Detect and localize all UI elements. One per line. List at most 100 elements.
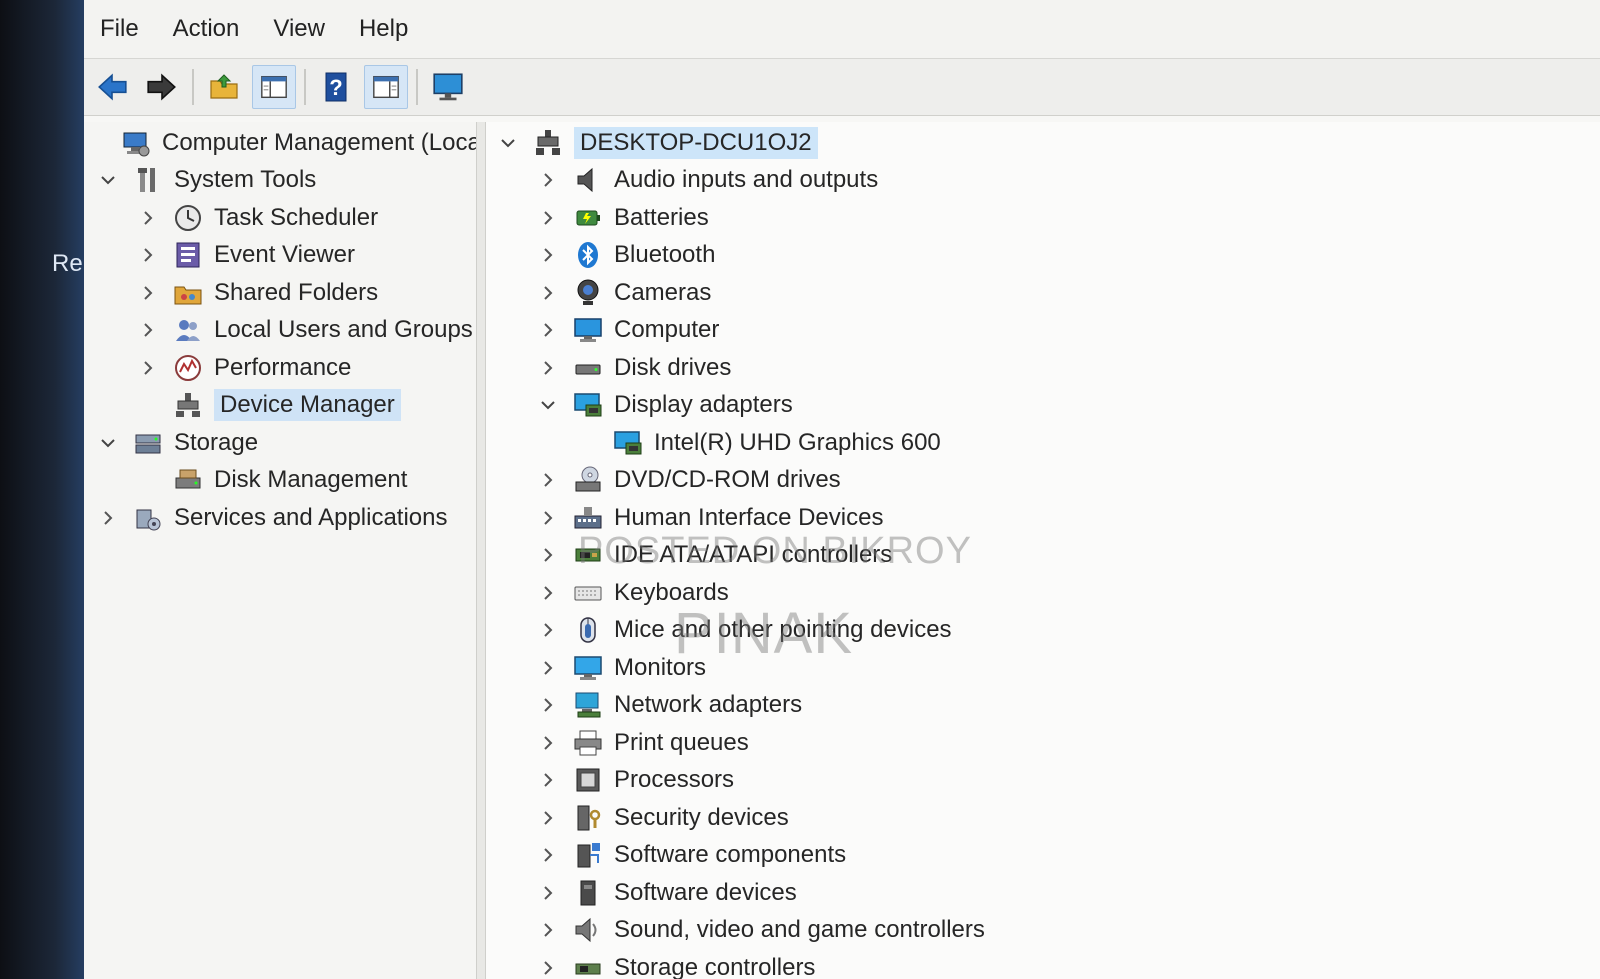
chevron-right-icon[interactable] bbox=[136, 318, 160, 342]
device-category-bluetooth-label: Bluetooth bbox=[614, 241, 716, 269]
chevron-right-icon[interactable] bbox=[536, 356, 560, 380]
chevron-down-icon[interactable] bbox=[96, 431, 120, 455]
chevron-right-icon[interactable] bbox=[536, 693, 560, 717]
pane-splitter[interactable] bbox=[477, 122, 486, 979]
chevron-right-icon[interactable] bbox=[536, 318, 560, 342]
chevron-right-icon[interactable] bbox=[536, 243, 560, 267]
device-category-human-interface-devices-label: Human Interface Devices bbox=[614, 503, 884, 531]
tree-item-task-scheduler[interactable]: Task Scheduler bbox=[84, 199, 476, 237]
device-category-dvd-cd-rom-drives[interactable]: DVD/CD-ROM drives bbox=[486, 462, 1600, 500]
chevron-right-icon[interactable] bbox=[536, 768, 560, 792]
menu-help[interactable]: Help bbox=[359, 15, 408, 43]
device-root-label: DESKTOP-DCU1OJ2 bbox=[574, 126, 818, 159]
chevron-right-icon[interactable] bbox=[536, 956, 560, 979]
chevron-right-icon[interactable] bbox=[536, 206, 560, 230]
show-hide-action-pane-icon bbox=[373, 75, 399, 99]
chevron-right-icon[interactable] bbox=[136, 281, 160, 305]
device-category-keyboards[interactable]: Keyboards bbox=[486, 574, 1600, 612]
processor-icon bbox=[576, 768, 600, 792]
chevron-right-icon[interactable] bbox=[536, 581, 560, 605]
device-category-disk-drives[interactable]: Disk drives bbox=[486, 349, 1600, 387]
device-category-sound-video-and-game-controllers[interactable]: Sound, video and game controllers bbox=[486, 912, 1600, 950]
tree-item-shared-folders[interactable]: Shared Folders bbox=[84, 274, 476, 312]
chevron-right-icon[interactable] bbox=[136, 243, 160, 267]
chevron-right-icon[interactable] bbox=[536, 506, 560, 530]
chevron-right-icon[interactable] bbox=[96, 506, 120, 530]
device-category-computer[interactable]: Computer bbox=[486, 312, 1600, 350]
device-category-display-adapters-label: Display adapters bbox=[614, 391, 793, 419]
chevron-down-icon[interactable] bbox=[96, 168, 120, 192]
show-hide-action-pane-button[interactable] bbox=[364, 65, 408, 109]
tree-item-device-manager[interactable]: Device Manager bbox=[84, 387, 476, 425]
chevron-placeholder bbox=[136, 468, 160, 492]
tree-root-label: Computer Management (Local bbox=[162, 128, 477, 156]
back-button[interactable] bbox=[90, 65, 134, 109]
device-category-human-interface-devices[interactable]: Human Interface Devices bbox=[486, 499, 1600, 537]
network-icon bbox=[575, 692, 601, 718]
device-category-storage-controllers[interactable]: Storage controllers bbox=[486, 949, 1600, 979]
device-category-batteries[interactable]: Batteries bbox=[486, 199, 1600, 237]
device-category-mice-and-other-pointing-devices[interactable]: Mice and other pointing devices bbox=[486, 612, 1600, 650]
tree-item-performance-label: Performance bbox=[214, 353, 352, 381]
display-adapter-icon bbox=[612, 427, 644, 459]
device-category-bluetooth[interactable]: Bluetooth bbox=[486, 237, 1600, 275]
tree-item-performance[interactable]: Performance bbox=[84, 349, 476, 387]
device-category-display-adapters[interactable]: Display adapters bbox=[486, 387, 1600, 425]
chevron-right-icon[interactable] bbox=[536, 731, 560, 755]
sound-icon bbox=[572, 914, 604, 946]
tree-item-system-tools[interactable]: System Tools bbox=[84, 162, 476, 200]
tree-item-services-and-applications-label: Services and Applications bbox=[174, 503, 448, 531]
chevron-right-icon[interactable] bbox=[536, 468, 560, 492]
computer-icon bbox=[572, 314, 604, 346]
device-category-ide-ata-atapi-controllers[interactable]: IDE ATA/ATAPI controllers bbox=[486, 537, 1600, 575]
device-category-print-queues-label: Print queues bbox=[614, 728, 749, 756]
device-category-cameras[interactable]: Cameras bbox=[486, 274, 1600, 312]
chevron-right-icon[interactable] bbox=[536, 843, 560, 867]
chevron-right-icon[interactable] bbox=[536, 918, 560, 942]
device-category-processors[interactable]: Processors bbox=[486, 762, 1600, 800]
chevron-right-icon[interactable] bbox=[536, 806, 560, 830]
device-category-monitors[interactable]: Monitors bbox=[486, 649, 1600, 687]
help-button[interactable]: ? bbox=[314, 65, 358, 109]
menu-file[interactable]: File bbox=[100, 15, 139, 43]
tree-item-services-and-applications[interactable]: Services and Applications bbox=[84, 499, 476, 537]
chevron-right-icon[interactable] bbox=[536, 168, 560, 192]
device-category-software-components[interactable]: Software components bbox=[486, 837, 1600, 875]
tree-item-event-viewer[interactable]: Event Viewer bbox=[84, 237, 476, 275]
device-category-mice-and-other-pointing-devices-label: Mice and other pointing devices bbox=[614, 616, 952, 644]
tree-item-storage[interactable]: Storage bbox=[84, 424, 476, 462]
tree-item-local-users-and-groups[interactable]: Local Users and Groups bbox=[84, 312, 476, 350]
chevron-right-icon[interactable] bbox=[536, 543, 560, 567]
device-manager-icon bbox=[176, 393, 200, 418]
scan-hardware-button[interactable] bbox=[426, 65, 470, 109]
device-root[interactable]: DESKTOP-DCU1OJ2 bbox=[486, 124, 1600, 162]
device-category-print-queues[interactable]: Print queues bbox=[486, 724, 1600, 762]
bluetooth-icon bbox=[578, 242, 598, 269]
chevron-down-icon[interactable] bbox=[496, 131, 520, 155]
chevron-right-icon[interactable] bbox=[536, 881, 560, 905]
chevron-down-icon[interactable] bbox=[536, 393, 560, 417]
tree-item-disk-management[interactable]: Disk Management bbox=[84, 462, 476, 500]
device-category-audio-inputs-and-outputs[interactable]: Audio inputs and outputs bbox=[486, 162, 1600, 200]
device-category-network-adapters[interactable]: Network adapters bbox=[486, 687, 1600, 725]
chevron-right-icon[interactable] bbox=[136, 206, 160, 230]
device-category-security-devices[interactable]: Security devices bbox=[486, 799, 1600, 837]
device-category-software-devices[interactable]: Software devices bbox=[486, 874, 1600, 912]
performance-icon bbox=[172, 352, 204, 384]
chevron-right-icon[interactable] bbox=[536, 656, 560, 680]
up-folder-icon bbox=[210, 74, 238, 99]
computer-icon bbox=[574, 318, 602, 343]
device-category-intel-r-uhd-graphics-600[interactable]: Intel(R) UHD Graphics 600 bbox=[486, 424, 1600, 462]
device-category-dvd-cd-rom-drives-label: DVD/CD-ROM drives bbox=[614, 466, 841, 494]
show-hide-console-tree-button[interactable] bbox=[252, 65, 296, 109]
chevron-right-icon[interactable] bbox=[536, 618, 560, 642]
chevron-right-icon[interactable] bbox=[536, 281, 560, 305]
menu-action[interactable]: Action bbox=[173, 15, 240, 43]
chevron-right-icon[interactable] bbox=[136, 356, 160, 380]
menu-view[interactable]: View bbox=[273, 15, 325, 43]
forward-button[interactable] bbox=[140, 65, 184, 109]
toolbar-separator bbox=[192, 69, 194, 105]
camera-icon bbox=[577, 279, 599, 305]
up-one-level-button[interactable] bbox=[202, 65, 246, 109]
tree-root[interactable]: Computer Management (Local bbox=[84, 124, 476, 162]
